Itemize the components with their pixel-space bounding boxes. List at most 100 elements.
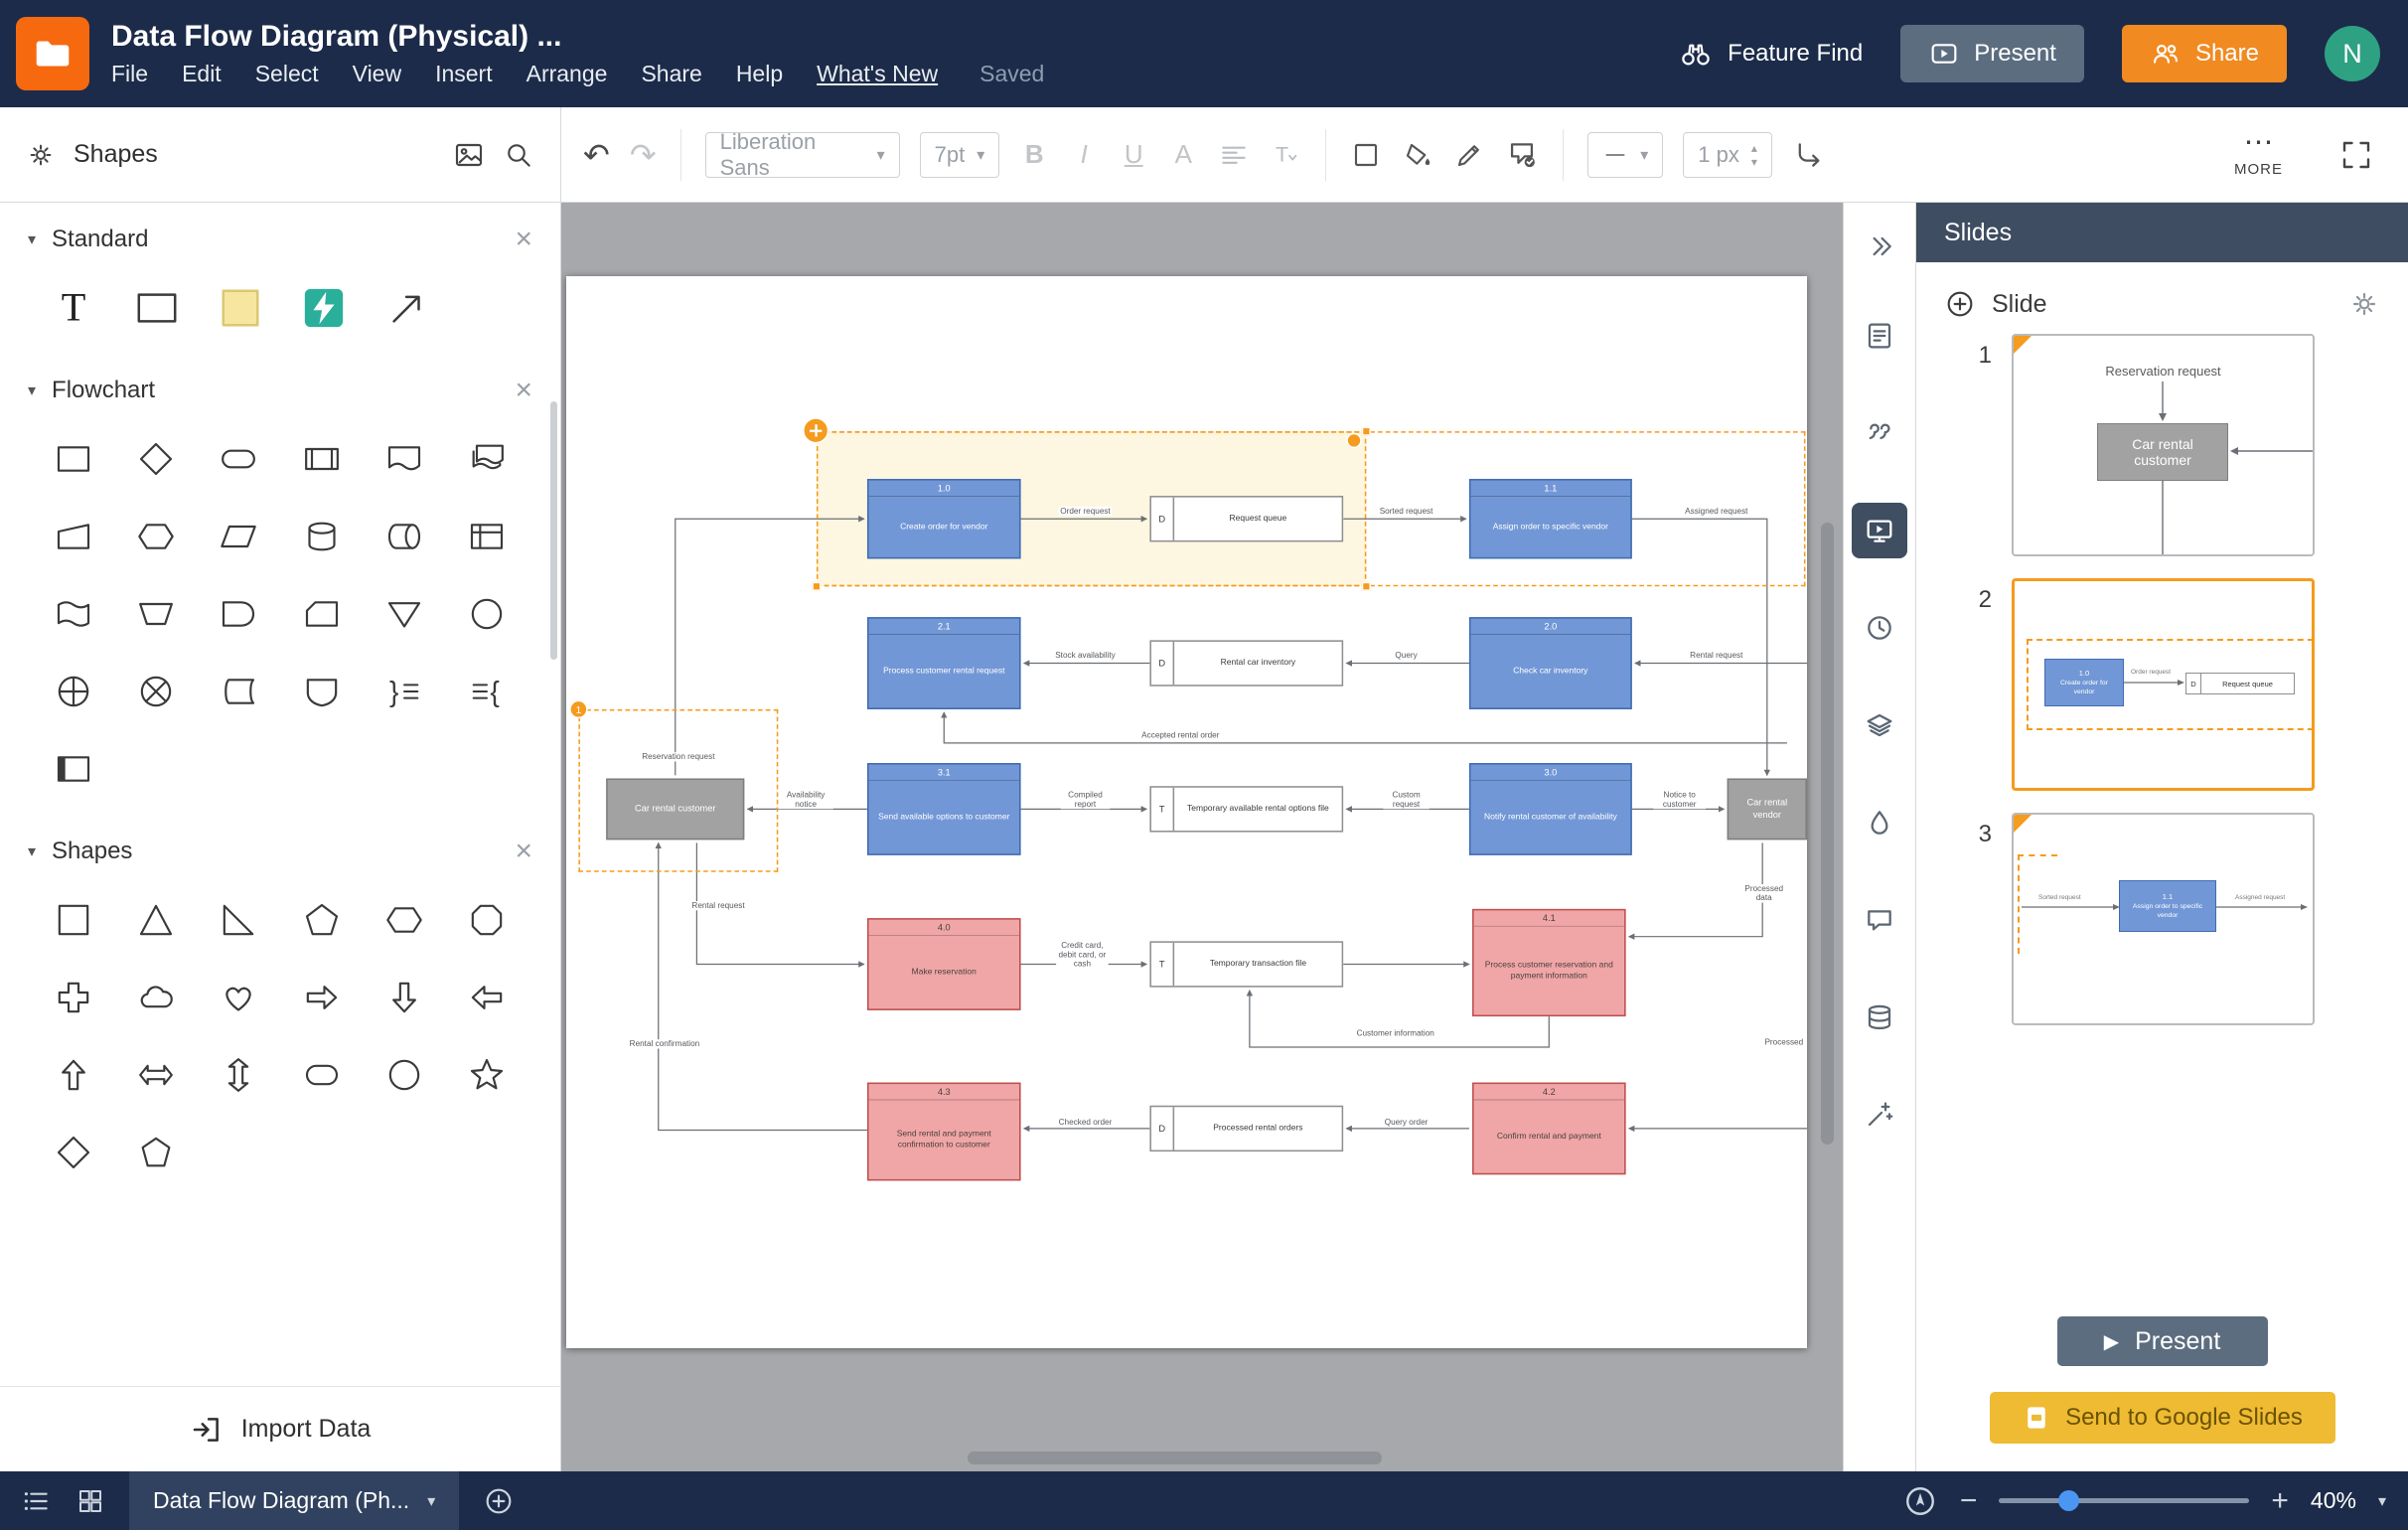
brace-left-icon[interactable]: { [461, 666, 513, 717]
text-style-icon[interactable]: T [1270, 139, 1301, 171]
terminator-icon[interactable] [213, 433, 264, 485]
flow-label[interactable]: Checked order [1057, 1118, 1114, 1127]
stored-data-icon[interactable] [213, 666, 264, 717]
canvas[interactable]: 1 1.0Create order for vendorDRequest que… [561, 203, 1843, 1471]
import-data-button[interactable]: Import Data [0, 1386, 560, 1471]
comments-icon[interactable] [1852, 892, 1907, 948]
move-handle-icon[interactable] [803, 417, 828, 443]
square-icon[interactable] [48, 894, 99, 946]
collapse-arrow-icon[interactable]: ▾ [28, 230, 36, 249]
decision-icon[interactable] [130, 433, 182, 485]
collapse-arrow-icon[interactable]: ▾ [28, 842, 36, 861]
pentagon-icon[interactable] [296, 894, 348, 946]
page-tab[interactable]: Data Flow Diagram (Ph...▾ [129, 1471, 459, 1530]
flow-label[interactable]: Order request [1059, 507, 1113, 516]
flow-label[interactable]: Sorted request [1378, 507, 1434, 516]
flow-label[interactable]: Rental request [690, 901, 746, 910]
flow-label[interactable]: Notice to customer [1653, 791, 1706, 810]
vertical-scrollbar[interactable] [1821, 523, 1834, 1145]
data-store-node[interactable]: DRental car inventory [1149, 640, 1343, 686]
close-section-icon[interactable]: × [515, 374, 532, 407]
multi-document-icon[interactable] [461, 433, 513, 485]
flow-label[interactable]: Custom request [1383, 791, 1429, 810]
present-button[interactable]: Present [1900, 25, 2084, 82]
slide-thumbnail-3[interactable]: 1.1 Assign order to specific vendor Sort… [2012, 813, 2315, 1025]
zoom-level[interactable]: 40% [2311, 1487, 2356, 1514]
process-node-4.0[interactable]: 4.0Make reservation [867, 918, 1021, 1010]
menu-what-s-new[interactable]: What's New [817, 61, 938, 87]
search-icon[interactable] [503, 139, 534, 171]
card-icon[interactable] [296, 588, 348, 640]
process-node-4.2[interactable]: 4.2Confirm rental and payment [1472, 1083, 1626, 1175]
present-mode-icon[interactable] [1852, 503, 1907, 558]
rounded-rectangle-icon[interactable] [296, 1049, 348, 1101]
magic-icon[interactable] [1852, 1087, 1907, 1143]
send-to-google-slides-button[interactable]: Send to Google Slides [1990, 1392, 2335, 1444]
arrow-ne-icon[interactable] [381, 282, 433, 334]
menu-share[interactable]: Share [641, 61, 701, 87]
flow-label[interactable]: Query order [1383, 1118, 1430, 1127]
line-width-stepper[interactable]: ▴▾ [1751, 142, 1757, 168]
menu-edit[interactable]: Edit [182, 61, 222, 87]
external-entity-node[interactable]: Car rental customer [606, 778, 744, 840]
preparation-icon[interactable] [130, 511, 182, 562]
right-triangle-icon[interactable] [213, 894, 264, 946]
summing-junction-icon[interactable] [130, 666, 182, 717]
captions-icon[interactable] [1852, 405, 1907, 461]
octagon-icon[interactable] [461, 894, 513, 946]
process-node-4.3[interactable]: 4.3Send rental and payment confirmation … [867, 1083, 1021, 1181]
lightning-icon[interactable] [298, 282, 350, 334]
layers-icon[interactable] [1852, 697, 1907, 753]
zoom-in-button[interactable]: + [2271, 1484, 2289, 1518]
flow-label[interactable]: Accepted rental order [1140, 730, 1221, 739]
flow-label[interactable]: Rental confirmation [628, 1039, 701, 1048]
menu-file[interactable]: File [111, 61, 148, 87]
process-node-1.1[interactable]: 1.1Assign order to specific vendor [1469, 479, 1632, 558]
horizontal-scrollbar[interactable] [968, 1452, 1382, 1464]
flow-label[interactable]: Reservation request [641, 752, 716, 761]
flow-label[interactable]: Credit card, debit card, or cash [1056, 941, 1109, 969]
process-node-4.1[interactable]: 4.1Process customer reservation and paym… [1472, 909, 1626, 1016]
add-slide-button[interactable]: Slide [1992, 290, 2047, 319]
process-node-2.0[interactable]: 2.0Check car inventory [1469, 617, 1632, 709]
database-icon[interactable] [296, 511, 348, 562]
data-icon[interactable] [213, 511, 264, 562]
process-icon[interactable] [48, 433, 99, 485]
app-logo[interactable] [16, 17, 89, 90]
merge-icon[interactable] [378, 588, 430, 640]
text-icon[interactable]: T [48, 282, 99, 334]
bold-button[interactable]: B [1019, 139, 1049, 170]
collapse-arrow-icon[interactable]: ▾ [28, 381, 36, 400]
paper-tape-icon[interactable] [48, 588, 99, 640]
arrow-up-icon[interactable] [48, 1049, 99, 1101]
data-linking-icon[interactable] [1852, 990, 1907, 1045]
internal-storage-icon[interactable] [461, 511, 513, 562]
hexagon-icon[interactable] [378, 894, 430, 946]
add-page-icon[interactable] [483, 1485, 515, 1517]
manual-operation-icon[interactable] [130, 588, 182, 640]
text-color-button[interactable]: A [1168, 139, 1198, 170]
notes-icon[interactable] [1852, 308, 1907, 364]
fullscreen-icon[interactable] [2338, 137, 2374, 173]
menu-arrange[interactable]: Arrange [527, 61, 608, 87]
flow-label[interactable]: Processed data [1741, 884, 1787, 903]
selection-handle[interactable] [1362, 426, 1371, 435]
flow-label[interactable]: Stock availability [1054, 651, 1118, 660]
line-color-icon[interactable] [1453, 139, 1485, 171]
irregular-pentagon-icon[interactable] [130, 1127, 182, 1178]
undo-button[interactable]: ↶ [583, 136, 610, 174]
shapes-settings-icon[interactable] [26, 140, 56, 170]
slide-thumbnail-2[interactable]: 1.0 Create order for vendor Order reques… [2012, 578, 2315, 791]
font-family-select[interactable]: Liberation Sans▾ [705, 132, 900, 178]
zoom-out-button[interactable]: − [1960, 1484, 1978, 1518]
document-icon[interactable] [378, 433, 430, 485]
underline-button[interactable]: U [1119, 139, 1148, 170]
collapse-panel-icon[interactable] [1852, 219, 1907, 274]
diamond-icon[interactable] [48, 1127, 99, 1178]
arrow-right-icon[interactable] [296, 972, 348, 1023]
heart-icon[interactable] [213, 972, 264, 1023]
zoom-slider[interactable] [1999, 1498, 2249, 1503]
manual-input-icon[interactable] [48, 511, 99, 562]
subprocess-icon[interactable] [296, 433, 348, 485]
slide-thumbnail-1[interactable]: Reservation request Car rental customer [2012, 334, 2315, 556]
